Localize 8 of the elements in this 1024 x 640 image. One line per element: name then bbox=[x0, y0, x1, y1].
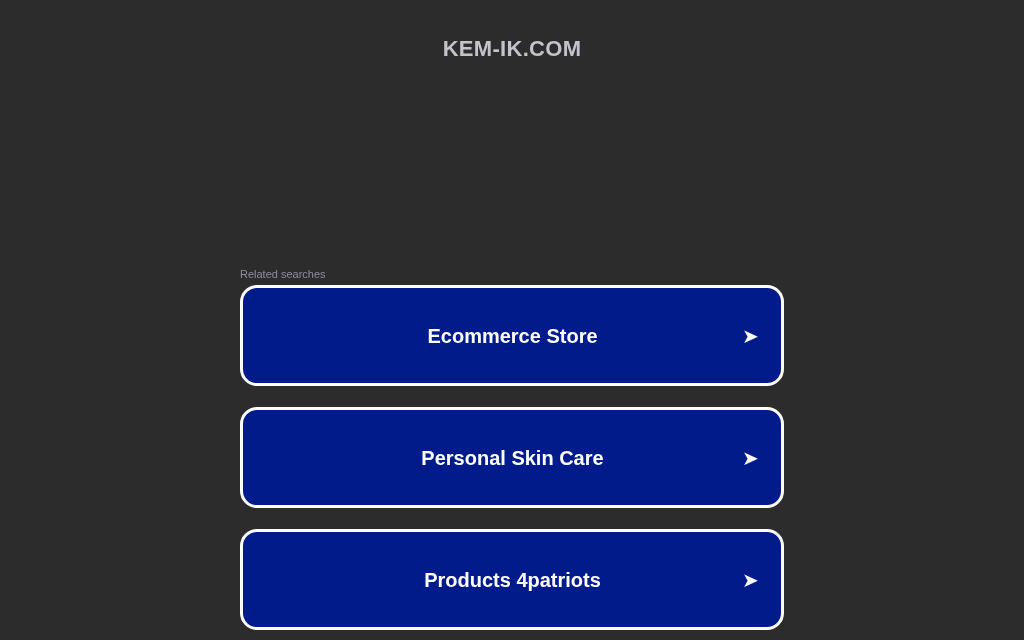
search-link[interactable]: Personal Skin Care ➤ bbox=[240, 407, 784, 508]
arrow-icon: ➤ bbox=[742, 569, 759, 590]
search-link[interactable]: Products 4patriots ➤ bbox=[240, 529, 784, 630]
arrow-icon: ➤ bbox=[742, 447, 759, 468]
arrow-icon: ➤ bbox=[742, 325, 759, 346]
section-heading: Related searches bbox=[240, 268, 327, 281]
search-link[interactable]: Ecommerce Store ➤ bbox=[240, 285, 784, 386]
site-title: KEM-IK.COM bbox=[441, 35, 583, 62]
